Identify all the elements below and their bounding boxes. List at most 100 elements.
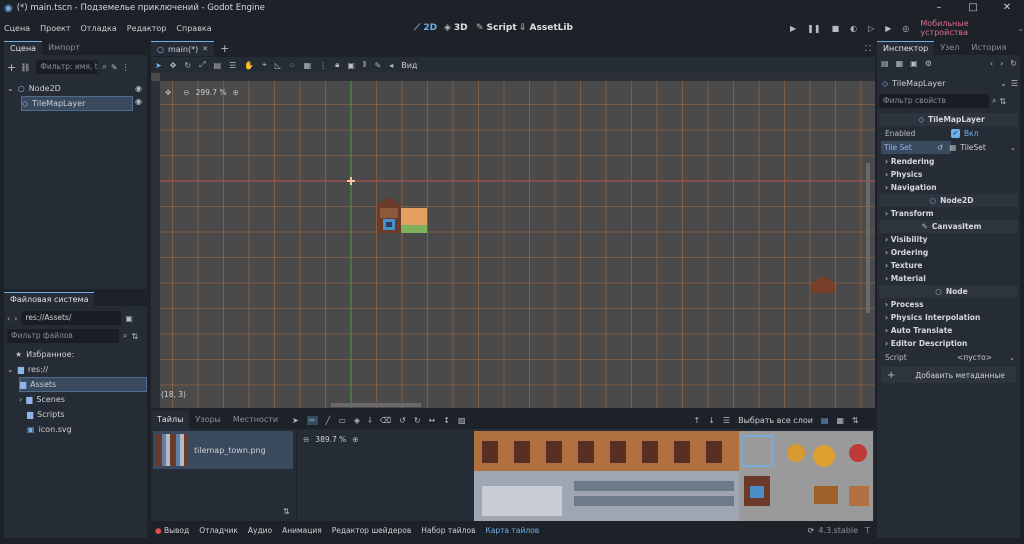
close-icon[interactable]: ✕ [990,0,1024,16]
viewport-2d[interactable]: ✥ ⊖ 299.7 % ⊕ (18, 3) [151,73,875,408]
play-scene-icon[interactable]: ▷ [868,24,874,33]
search-icon[interactable]: ⌕ [992,96,996,106]
select-all-layers-button[interactable]: Выбрать все слои [738,416,813,425]
group-ordering[interactable]: › Ordering [879,246,1018,259]
pan-tool-icon[interactable]: ✋ [244,61,254,70]
fs-item-icon-svg[interactable]: ▣ icon.svg [27,422,145,437]
group-auto-translate[interactable]: › Auto Translate [879,324,1018,337]
script-picker[interactable]: <пусто> [957,351,992,364]
atlas-window-tile[interactable] [514,441,530,463]
atlas-beehive-tile[interactable] [813,445,835,467]
tab-main-scene[interactable]: ○ main(*) ✕ [151,41,215,56]
forward-icon[interactable]: › [14,314,17,323]
minimize-icon[interactable]: – [922,0,956,16]
menu-scene[interactable]: Сцена [4,24,30,33]
pin-icon[interactable]: ⊤ [864,526,871,535]
bucket-tool-icon[interactable]: ◈ [354,416,360,425]
scene-filter-input[interactable]: Фильтр: имя, t [36,60,99,74]
atlas-target-tile[interactable] [849,444,867,462]
object-menu-icon[interactable]: ☰ [1011,79,1018,88]
atlas-window-tile[interactable] [578,441,594,463]
add-node-icon[interactable]: + [7,61,16,74]
tools-icon[interactable]: ⚙ [925,59,932,68]
snap-options-icon[interactable]: ⋮ [319,61,327,70]
play-icon[interactable]: ▶ [790,24,796,33]
save-icon[interactable]: ▣ [910,59,918,68]
chevron-down-icon[interactable]: ⌄ [7,362,14,377]
mode-script-button[interactable]: ✎ Script [476,20,517,36]
line-tool-icon[interactable]: ╱ [326,416,331,425]
highlight-layer-icon[interactable]: ▤ [821,416,829,425]
visibility-icon[interactable]: ◉ [135,81,142,96]
maximize-icon[interactable]: □ [956,0,990,16]
chevron-down-icon[interactable]: ⌄ [7,81,14,96]
scale-tool-icon[interactable]: ⤢ [199,60,205,70]
chevron-down-icon[interactable]: ⌄ [1017,24,1024,33]
add-metadata-button[interactable]: + Добавить метаданные [881,367,1016,383]
menu-project[interactable]: Проект [40,24,70,33]
zoom-out-icon[interactable]: ⊖ [303,435,309,444]
tileset-resource-picker[interactable]: TileSet [960,141,985,154]
inspected-object[interactable]: ◇ TileMapLayer ⌄ ☰ [879,76,1018,90]
list-select-icon[interactable]: ☰ [229,61,236,70]
move-tool-icon[interactable]: ✥ [170,61,177,70]
rotate-tool-icon[interactable]: ↻ [184,61,191,70]
tab-animation[interactable]: Анимация [282,526,322,535]
atlas-zoom-level[interactable]: 389.7 % [315,435,346,444]
atlas-window-tile[interactable] [674,441,690,463]
menu-debug[interactable]: Отладка [81,24,117,33]
atlas-pot-tile[interactable] [849,486,869,506]
group-editor-description[interactable]: › Editor Description [879,337,1018,350]
atlas-window-tile[interactable] [482,441,498,463]
tree-node-root[interactable]: ⌄ ○ Node2D ◉ [7,81,145,96]
rotate-right-icon[interactable]: ↻ [414,416,421,425]
movie-icon[interactable]: ◎ [902,24,909,33]
mode-assetlib-button[interactable]: ⇩ AssetLib [519,20,573,36]
fs-favorites[interactable]: ★ Избранное: [7,347,145,362]
group-rendering[interactable]: › Rendering [879,155,1018,168]
stop-icon[interactable]: ■ [832,24,840,33]
camera-override-icon[interactable]: ◂ [389,61,393,70]
ruler-tool-icon[interactable]: ◺ [275,61,281,70]
tab-terrains[interactable]: Местности [227,411,284,429]
group-material[interactable]: › Material [879,272,1018,285]
group-navigation[interactable]: › Navigation [879,181,1018,194]
fs-root[interactable]: ⌄ ▆ res:// [7,362,145,377]
horizontal-ruler[interactable] [160,73,875,81]
chevron-down-icon[interactable]: ⌄ [1009,351,1015,364]
mode-3d-button[interactable]: ◈ 3D [444,20,468,36]
sort-icon[interactable]: ⇅ [852,416,859,425]
layout-icon[interactable]: ▣ [125,314,133,323]
random-tile-icon[interactable]: ▨ [458,416,466,425]
tab-history[interactable]: История [965,41,1012,55]
atlas-barrel-tile[interactable] [814,486,838,504]
zoom-in-icon[interactable]: ⊕ [352,435,358,444]
fs-item-scenes[interactable]: › ▆ Scenes [19,392,145,407]
bone-icon[interactable]: ⦀ [363,60,367,70]
search-icon[interactable]: ⌕ [102,62,106,72]
tab-output[interactable]: ● Вывод [155,526,189,535]
sort-icon[interactable]: ⇅ [131,332,138,341]
tab-shader-editor[interactable]: Редактор шейдеров [332,526,411,535]
revert-icon[interactable]: ↺ [937,141,943,154]
checkbox-checked-icon[interactable]: ✓ [951,128,960,138]
add-tab-icon[interactable]: + [220,42,229,55]
search-icon[interactable]: ⌕ [123,331,127,341]
group-process[interactable]: › Process [879,298,1018,311]
tileset-source-item[interactable]: tilemap_town.png [153,431,293,469]
fs-path-field[interactable]: res://Assets/ [21,311,122,325]
distraction-free-icon[interactable]: ⛶ [865,44,871,54]
tab-filesystem[interactable]: Файловая система [4,292,95,306]
chevron-down-icon[interactable]: ⌄ [1000,79,1007,88]
close-icon[interactable]: ✕ [202,45,208,53]
tab-patterns[interactable]: Узоры [189,411,226,429]
grid-toggle-icon[interactable]: ▦ [836,416,844,425]
group-icon[interactable]: ▣ [347,61,355,70]
menu-help[interactable]: Справка [176,24,211,33]
select-tool-icon[interactable]: ➤ [155,61,162,70]
fs-filter-input[interactable]: Фильтр файлов [7,329,119,343]
viewport-vscrollbar[interactable] [866,163,870,313]
fs-item-scripts[interactable]: ▆ Scripts [27,407,145,422]
rect-tool-icon[interactable]: ▭ [338,416,346,425]
tab-tilemap[interactable]: Карта тайлов [486,526,540,535]
